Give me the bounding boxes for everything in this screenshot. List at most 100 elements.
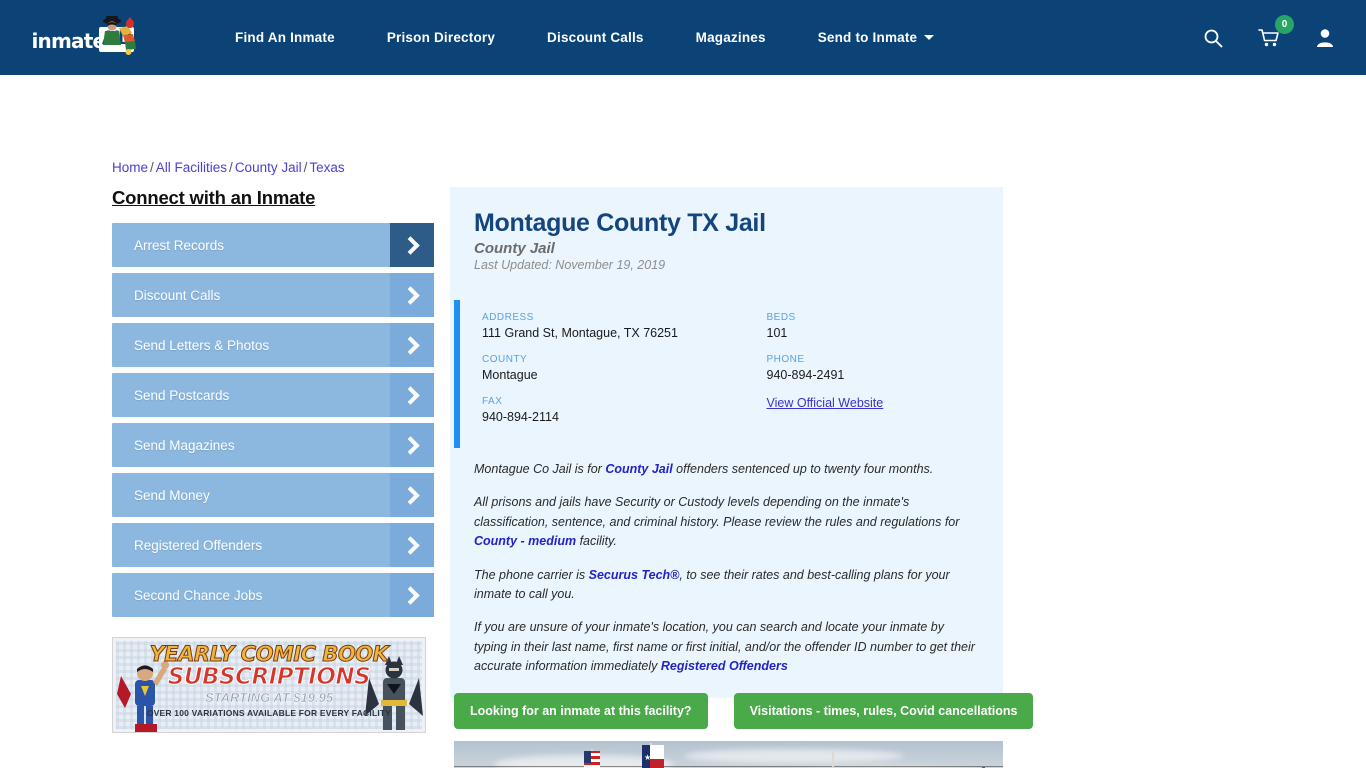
last-updated-text: Last Updated: November 19, 2019 [474, 258, 666, 272]
link-securus-tech[interactable]: Securus Tech® [589, 568, 680, 582]
left-sidebar: Connect with an Inmate Arrest Records Di… [112, 187, 434, 733]
sidebar-item-label: Send Magazines [134, 437, 235, 453]
link-county-medium[interactable]: County - medium [474, 534, 576, 548]
ad-subtext-line: OVER 100 VARIATIONS AVAILABLE FOR EVERY … [146, 708, 392, 718]
cart-button[interactable]: 0 [1256, 14, 1294, 51]
breadcrumb-separator: / [150, 160, 154, 175]
page-title: Montague County TX Jail [474, 209, 766, 237]
site-logo[interactable]: inmate AID [0, 0, 185, 75]
chevron-right-icon [390, 373, 434, 417]
info-value: Montague [482, 368, 538, 382]
photo-us-flag-canton [584, 751, 591, 763]
breadcrumb-separator: / [303, 160, 308, 175]
photo-power-wire [454, 766, 1003, 767]
sidebar-item-registered-offenders[interactable]: Registered Offenders [112, 523, 434, 567]
info-value: 111 Grand St, Montague, TX 76251 [482, 326, 678, 340]
chevron-right-icon [390, 523, 434, 567]
sidebar-item-second-chance-jobs[interactable]: Second Chance Jobs [112, 573, 434, 617]
sidebar-item-send-letters-photos[interactable]: Send Letters & Photos [112, 323, 434, 367]
text-run: Montague Co Jail is for [474, 462, 606, 476]
facility-info-column-left: ADDRESS 111 Grand St, Montague, TX 76251… [482, 312, 743, 438]
info-label: BEDS [766, 312, 796, 323]
breadcrumb-item-county-jail[interactable]: County Jail [235, 160, 302, 175]
ad-headline-line1: YEARLY COMIC BOOK [149, 642, 389, 667]
photo-texas-flag-star: ★ [644, 753, 652, 762]
cta-button-row: Looking for an inmate at this facility? … [454, 693, 1034, 729]
breadcrumb-separator: / [229, 160, 233, 175]
primary-nav-links: Find An Inmate Prison Directory Discount… [209, 20, 1190, 55]
info-label: FAX [482, 396, 503, 407]
sidebar-item-label: Second Chance Jobs [134, 587, 263, 603]
nav-link-discount-calls[interactable]: Discount Calls [521, 20, 670, 55]
sidebar-item-label: Send Money [134, 487, 210, 503]
ad-price-line: STARTING AT $19.95 [204, 690, 334, 706]
info-item-county: COUNTY Montague [482, 354, 743, 382]
link-registered-offenders[interactable]: Registered Offenders [661, 659, 788, 673]
nav-link-magazines[interactable]: Magazines [670, 20, 792, 55]
link-county-jail[interactable]: County Jail [605, 462, 672, 476]
sidebar-item-send-money[interactable]: Send Money [112, 473, 434, 517]
text-run: facility. [576, 534, 617, 549]
info-label: ADDRESS [482, 312, 534, 323]
sidebar-item-label: Arrest Records [134, 237, 225, 253]
breadcrumb-item-home[interactable]: Home [112, 160, 148, 175]
text-run: All prisons and jails have Security or C… [474, 495, 960, 529]
ad-headline-line2: SUBSCRIPTIONS [167, 664, 371, 691]
sidebar-item-label: Discount Calls [134, 287, 221, 303]
info-item-fax: FAX 940-894-2114 [482, 396, 743, 424]
sidebar-item-label: Send Postcards [134, 387, 230, 403]
description-paragraph-1: Montague Co Jail is for County Jail offe… [474, 460, 979, 479]
info-value: 940-894-2491 [766, 368, 845, 382]
nav-utility-icons: 0 [1200, 14, 1338, 51]
photo-rooftop-pole [832, 751, 834, 768]
search-button[interactable] [1200, 25, 1226, 51]
top-navigation-bar: inmate AID Find An Inmate Prison Directo… [0, 0, 1366, 75]
sidebar-item-send-magazines[interactable]: Send Magazines [112, 423, 434, 467]
info-label: PHONE [766, 354, 805, 365]
nav-link-prison-directory[interactable]: Prison Directory [361, 20, 521, 55]
sidebar-item-send-postcards[interactable]: Send Postcards [112, 373, 434, 417]
comic-book-subscription-ad[interactable]: YEARLY COMIC BOOK SUBSCRIPTIONS STARTING… [112, 637, 426, 733]
inmate-aid-character-icon [102, 15, 136, 55]
sidebar-item-label: Send Letters & Photos [134, 337, 270, 353]
chevron-right-icon [390, 573, 434, 617]
info-value: 101 [766, 326, 788, 340]
nav-link-find-an-inmate[interactable]: Find An Inmate [209, 20, 361, 55]
chevron-right-icon [390, 223, 434, 267]
breadcrumb-item-all-facilities[interactable]: All Facilities [156, 160, 227, 175]
facility-info-column-right: BEDS 101 PHONE 940-894-2491 View Officia… [743, 312, 1004, 438]
info-item-official-website: View Official Website [767, 396, 1004, 410]
sidebar-title: Connect with an Inmate [112, 187, 316, 208]
info-item-phone: PHONE 940-894-2491 [767, 354, 1004, 382]
account-button[interactable] [1312, 25, 1338, 51]
facility-description: Montague Co Jail is for County Jail offe… [450, 448, 1003, 698]
photo-cloud [684, 749, 904, 763]
chevron-right-icon [390, 273, 434, 317]
info-value: 940-894-2114 [482, 410, 559, 424]
description-paragraph-3: The phone carrier is Securus Tech®, to s… [474, 566, 979, 605]
facility-detail-panel: Montague County TX Jail County Jail Last… [450, 187, 1003, 699]
cart-count-badge: 0 [1275, 14, 1294, 34]
nav-link-send-to-inmate[interactable]: Send to Inmate [792, 20, 961, 55]
visitations-info-button[interactable]: Visitations - times, rules, Covid cancel… [733, 693, 1034, 729]
breadcrumb: Home / All Facilities / County Jail / Texas [112, 160, 345, 175]
info-label: COUNTY [482, 354, 528, 365]
breadcrumb-item-texas[interactable]: Texas [309, 160, 344, 175]
description-paragraph-2: All prisons and jails have Security or C… [474, 493, 979, 551]
search-icon [1204, 29, 1223, 47]
description-paragraph-4: If you are unsure of your inmate's locat… [474, 618, 979, 676]
facility-type-subtitle: County Jail [474, 240, 555, 257]
chevron-right-icon [390, 423, 434, 467]
text-run: offenders sentenced up to twenty four mo… [672, 462, 934, 476]
text-run: The phone carrier is [474, 567, 589, 582]
facility-info-block: ADDRESS 111 Grand St, Montague, TX 76251… [454, 300, 1003, 448]
sidebar-item-arrest-records[interactable]: Arrest Records [112, 223, 434, 267]
chevron-right-icon [390, 473, 434, 517]
user-account-icon [1317, 28, 1333, 47]
view-official-website-link[interactable]: View Official Website [767, 396, 884, 410]
info-item-beds: BEDS 101 [767, 312, 1004, 340]
sidebar-item-label: Registered Offenders [134, 537, 263, 553]
facility-exterior-photo: ★ [454, 741, 1003, 768]
looking-for-inmate-button[interactable]: Looking for an inmate at this facility? [454, 693, 708, 729]
sidebar-item-discount-calls[interactable]: Discount Calls [112, 273, 434, 317]
